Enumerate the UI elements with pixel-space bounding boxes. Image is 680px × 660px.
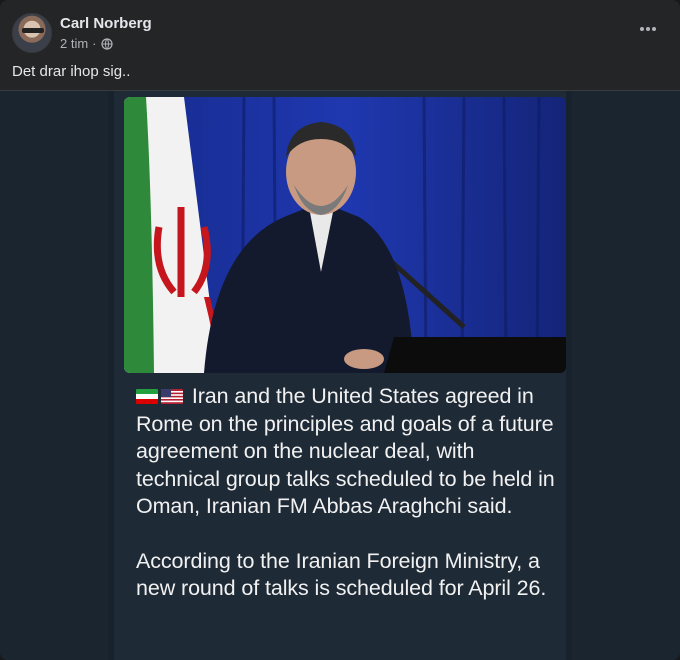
post-text: Det drar ihop sig.. [12, 63, 131, 80]
post-meta: 2 tim · [60, 35, 152, 52]
post-card: Carl Norberg 2 tim · Det drar ihop sig.. [0, 0, 680, 660]
globe-icon[interactable] [100, 37, 113, 50]
minister-photo [124, 97, 566, 373]
shared-image[interactable]: Iran and the United States agreed in Rom… [108, 91, 572, 660]
flags [136, 384, 192, 408]
caption-text-1: Iran and the United States agreed in Rom… [136, 384, 555, 518]
author-avatar[interactable] [12, 13, 52, 53]
author-block: Carl Norberg 2 tim · [60, 14, 152, 52]
post-header: Carl Norberg 2 tim · [12, 12, 152, 54]
iran-flag-icon [136, 389, 158, 404]
us-flag-icon [161, 389, 183, 404]
post-media[interactable]: Iran and the United States agreed in Rom… [0, 90, 680, 660]
caption-paragraph-2: According to the Iranian Foreign Ministr… [136, 548, 547, 601]
more-options-icon[interactable] [634, 18, 662, 40]
author-name[interactable]: Carl Norberg [60, 14, 152, 33]
image-caption: Iran and the United States agreed in Rom… [136, 383, 556, 630]
post-time[interactable]: 2 tim [60, 35, 88, 52]
caption-paragraph-1: Iran and the United States agreed in Rom… [136, 383, 556, 521]
meta-separator: · [92, 36, 97, 51]
